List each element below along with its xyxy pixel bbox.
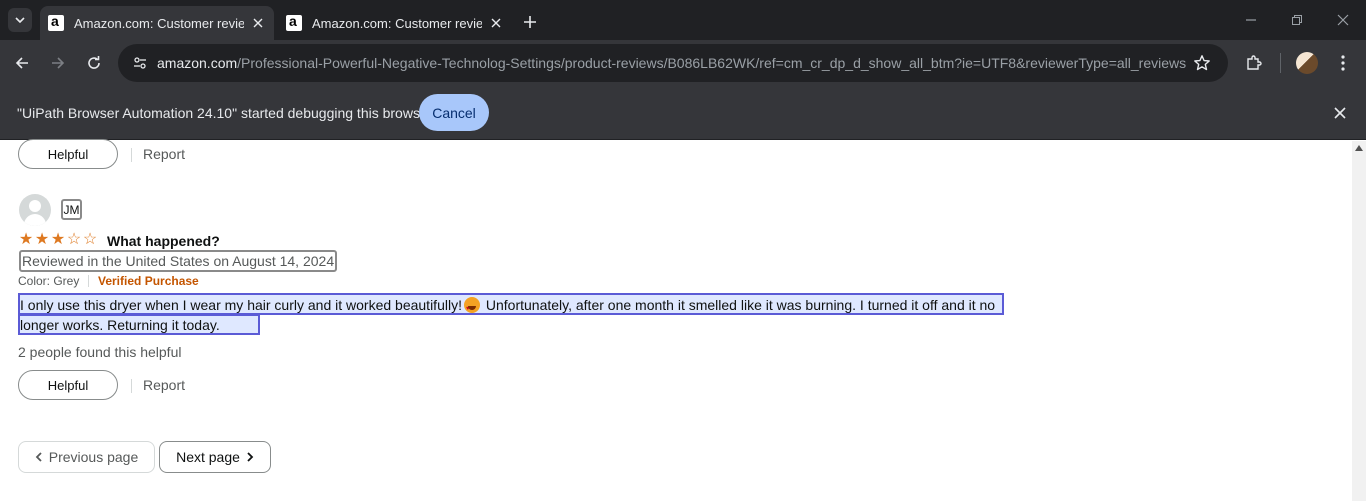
divider [88, 275, 89, 287]
previous-review-report-link[interactable]: Report [143, 146, 185, 162]
chrome-menu-button[interactable] [1331, 51, 1355, 75]
close-window-button[interactable] [1331, 8, 1355, 32]
tab-title: Amazon.com: Customer reviews: [312, 15, 482, 31]
helpful-button[interactable]: Helpful [18, 370, 118, 400]
previous-page-button[interactable]: Previous page [18, 441, 155, 473]
reviewer-avatar[interactable] [19, 194, 51, 226]
profile-avatar-button[interactable] [1295, 51, 1319, 75]
review-date: Reviewed in the United States on August … [19, 250, 338, 272]
tab-title: Amazon.com: Customer reviews: [74, 15, 244, 31]
site-info-icon[interactable] [128, 51, 152, 75]
star-empty-icon: ☆ [82, 231, 98, 248]
avatar [1296, 52, 1318, 74]
close-tab-icon[interactable] [250, 15, 266, 31]
product-variant: Color: Grey [18, 274, 80, 288]
chevron-down-icon [15, 17, 25, 23]
page-content: Helpful Report JM ★ ★ ★ ☆ ☆ What happene… [0, 139, 1352, 501]
amazon-favicon-icon [48, 13, 64, 31]
star-filled-icon: ★ [34, 231, 50, 248]
back-button[interactable] [10, 51, 34, 75]
extensions-button[interactable] [1242, 51, 1266, 75]
close-tab-icon[interactable] [488, 15, 504, 31]
debugging-infobar: "UiPath Browser Automation 24.10" starte… [0, 86, 1366, 140]
star-empty-icon: ☆ [66, 231, 82, 248]
close-infobar-icon[interactable] [1331, 104, 1349, 122]
chevron-left-icon [35, 452, 42, 462]
new-tab-button[interactable] [518, 10, 542, 34]
arrow-left-icon [15, 57, 28, 69]
review-body: I only use this dryer when I wear my hai… [20, 295, 1010, 335]
toolbar-divider [1280, 53, 1281, 73]
heart-eyes-emoji-icon [463, 297, 480, 319]
infobar-message: "UiPath Browser Automation 24.10" starte… [17, 105, 433, 121]
arrow-right-icon [52, 57, 65, 69]
star-filled-icon: ★ [18, 231, 34, 248]
reload-icon [88, 56, 100, 69]
restore-icon [1292, 15, 1302, 25]
restore-button[interactable] [1285, 8, 1309, 32]
divider [131, 148, 132, 162]
tab-search-button[interactable] [8, 8, 32, 32]
browser-toolbar: amazon.com/Professional-Powerful-Negativ… [0, 40, 1366, 86]
chevron-right-icon [247, 452, 254, 462]
url-host: amazon.com [157, 55, 238, 71]
reviewer-name[interactable]: JM [61, 199, 82, 220]
amazon-favicon-icon [286, 13, 302, 31]
address-bar[interactable]: amazon.com/Professional-Powerful-Negativ… [118, 44, 1228, 82]
url-path: /Professional-Powerful-Negative-Technolo… [237, 55, 1187, 71]
star-rating[interactable]: ★ ★ ★ ☆ ☆ [18, 232, 98, 248]
bookmark-star-icon[interactable] [1190, 51, 1214, 75]
review-title[interactable]: What happened? [107, 233, 220, 249]
previous-review-helpful-button[interactable]: Helpful [18, 139, 118, 169]
kebab-menu-icon [1341, 55, 1345, 71]
tab-strip: Amazon.com: Customer reviews: Amazon.com… [0, 0, 1366, 40]
star-filled-icon: ★ [50, 231, 66, 248]
tab-amazon-reviews-1[interactable]: Amazon.com: Customer reviews: [40, 6, 274, 40]
close-icon [1337, 14, 1349, 26]
review-body-part1: I only use this dryer when I wear my hai… [20, 297, 462, 313]
verified-purchase-badge: Verified Purchase [98, 274, 199, 288]
next-page-button[interactable]: Next page [159, 441, 271, 473]
report-link[interactable]: Report [143, 377, 185, 393]
previous-page-label: Previous page [48, 449, 139, 465]
page-scrollbar[interactable] [1352, 141, 1366, 501]
minimize-button[interactable] [1239, 8, 1263, 32]
puzzle-icon [1247, 55, 1262, 70]
cancel-debugging-button[interactable]: Cancel [419, 94, 489, 131]
plus-icon [524, 16, 536, 28]
tab-amazon-reviews-2[interactable]: Amazon.com: Customer reviews: [278, 6, 512, 40]
divider [131, 379, 132, 393]
reload-button[interactable] [82, 51, 106, 75]
helpful-count: 2 people found this helpful [18, 344, 182, 360]
forward-button[interactable] [46, 51, 70, 75]
scroll-up-arrow-icon[interactable] [1355, 145, 1363, 151]
url-text: amazon.com/Professional-Powerful-Negativ… [157, 55, 1186, 71]
minimize-icon [1246, 19, 1256, 21]
next-page-label: Next page [176, 449, 240, 465]
